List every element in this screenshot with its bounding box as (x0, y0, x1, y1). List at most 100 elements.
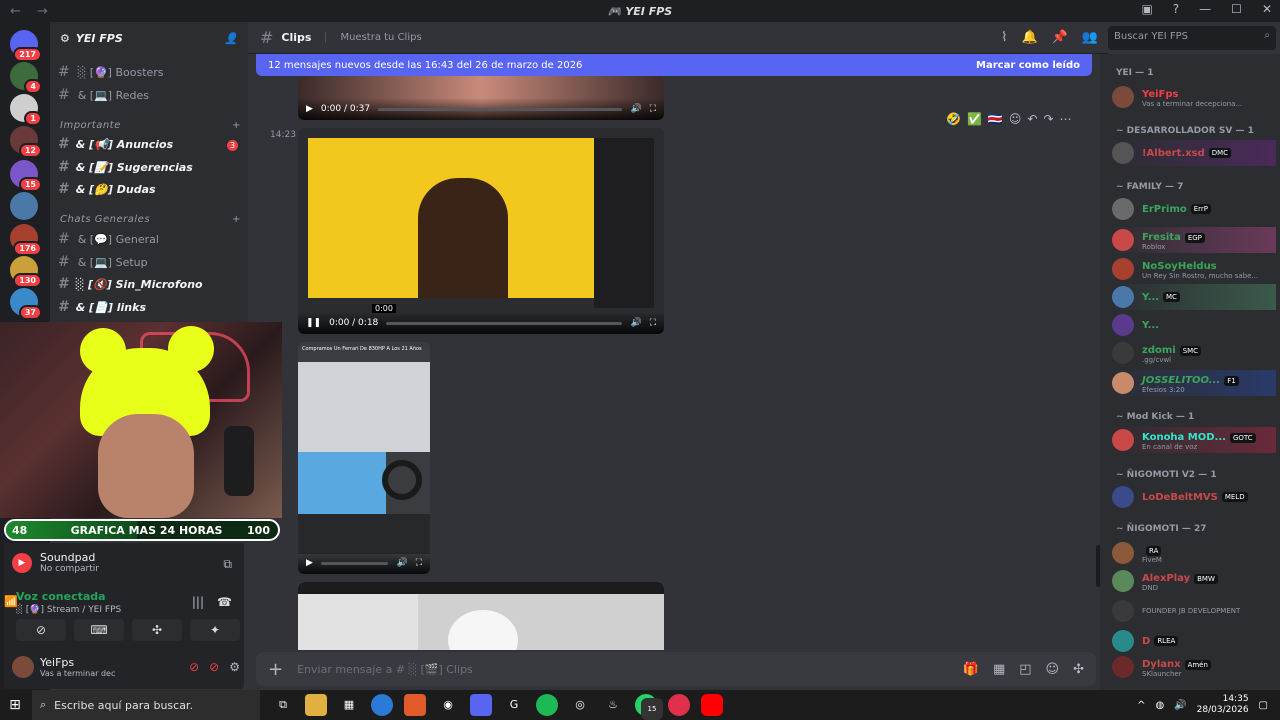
whatsapp-icon[interactable]: 15 (635, 694, 663, 720)
video-attachment[interactable]: Compramos Un Ferrari De 830HP A Los 21 A… (298, 342, 430, 574)
reaction-icon[interactable]: 🇨🇷 (988, 112, 1003, 126)
volume-icon[interactable]: 🔊 (630, 104, 641, 114)
obs-icon[interactable]: ◉ (437, 694, 459, 716)
volume-icon[interactable]: 🔊 (630, 318, 641, 328)
channel-item-links[interactable]: # & [📄] links (58, 297, 146, 317)
app-icon[interactable]: G (503, 694, 525, 716)
network-icon[interactable]: ◍ (1155, 700, 1164, 711)
channel-item-sin-microfono[interactable]: # ░ [🔇] Sin_Microfono (58, 274, 203, 294)
gift-icon[interactable]: 🎁 (963, 662, 979, 677)
stream-icon[interactable]: ⌨ (74, 619, 124, 641)
member-item[interactable]: YeiFps Vas a terminar decepciona... (1112, 84, 1276, 110)
minimize-button[interactable]: — (1199, 2, 1211, 16)
threads-icon[interactable]: ⌇ (1001, 30, 1007, 45)
mic-muted-icon[interactable]: ⊘ (189, 660, 199, 674)
maximize-button[interactable]: ☐ (1231, 2, 1242, 16)
members-icon[interactable]: 👥 (1082, 30, 1098, 45)
channel-item-sugerencias[interactable]: # & [📝] Sugerencias (58, 157, 193, 177)
play-icon[interactable]: ▶ (306, 558, 313, 568)
member-item[interactable]: ErPrimo ErrP (1112, 196, 1276, 222)
search-input[interactable]: Buscar YEI FPS ⌕ (1108, 26, 1276, 50)
server-icon[interactable]: 1 (10, 94, 42, 126)
windows-start-icon[interactable]: ⊞ (0, 697, 30, 713)
gif-icon[interactable]: ▦ (993, 662, 1005, 677)
channel-item-setup[interactable]: # & [💻] Setup (58, 252, 148, 272)
channel-item-anuncios[interactable]: # & [📢] Anuncios (58, 134, 173, 154)
channel-item-redes[interactable]: # & [💻] Redes (58, 85, 149, 105)
server-icon[interactable]: 15 (10, 160, 42, 192)
member-item[interactable]: AlexPlay BMW DND (1112, 568, 1276, 594)
member-item[interactable]: JOSSELITOO... F1 Efesios 3:20 (1112, 370, 1276, 396)
clock[interactable]: 14:35 28/03/2026 (1197, 694, 1249, 716)
server-icon[interactable]: 130 (10, 256, 42, 288)
spotify-icon[interactable] (536, 694, 558, 716)
taskbar-search[interactable]: ⌕ Escribe aquí para buscar. (32, 690, 260, 720)
youtube-icon[interactable] (701, 694, 723, 716)
mark-read-button[interactable]: Marcar como leído (976, 60, 1080, 71)
fullscreen-icon[interactable]: ⛶ (416, 558, 422, 568)
server-icon[interactable]: 176 (10, 224, 42, 256)
channel-item-boosters[interactable]: # ░ [🔮] Boosters (58, 62, 164, 82)
bell-icon[interactable]: 🔔 (1021, 30, 1037, 45)
forward-icon[interactable]: ↷ (1043, 112, 1053, 126)
app-icon[interactable] (668, 694, 690, 716)
user-row[interactable]: YeiFps Vas a terminar dec ⊘ ⊘ ⚙ (12, 656, 240, 678)
discord-icon[interactable] (470, 694, 492, 716)
add-channel-icon[interactable]: + (232, 120, 241, 131)
play-icon[interactable]: ▶ (306, 104, 313, 114)
volume-icon[interactable]: 🔊 (1174, 700, 1186, 711)
member-item[interactable]: Y... (1112, 312, 1276, 338)
store-icon[interactable]: ▦ (338, 694, 360, 716)
member-item[interactable]: RA FiveM (1112, 540, 1276, 566)
app-icon[interactable]: ◎ (569, 694, 591, 716)
reaction-icon[interactable]: ✅ (967, 112, 982, 126)
pin-icon[interactable]: 📌 (1052, 30, 1068, 45)
deafened-icon[interactable]: ⊘ (209, 660, 219, 674)
add-attachment-icon[interactable]: + (268, 659, 283, 680)
member-item[interactable]: zdomi SMC .gg/cvwl (1112, 340, 1276, 366)
reaction-icon[interactable]: 🤣 (946, 112, 961, 126)
fullscreen-icon[interactable]: ⛶ (650, 104, 656, 114)
voice-status[interactable]: Voz conectada ░ [🔮] Stream / YEI FPS (16, 590, 121, 615)
screen-share-icon[interactable]: ⧉ (223, 557, 232, 572)
channel-item-general[interactable]: # & [💬] General (58, 229, 159, 249)
member-item[interactable]: LoDeBeltMVS MELD (1112, 484, 1276, 510)
add-channel-icon[interactable]: + (232, 214, 241, 225)
inbox-icon[interactable]: ▣ (1141, 2, 1152, 16)
server-icon[interactable]: 37 (10, 288, 42, 320)
file-explorer-icon[interactable] (305, 694, 327, 716)
server-icon[interactable]: 4 (10, 62, 42, 94)
member-item[interactable]: !Albert.xsd DMC (1112, 140, 1276, 166)
pause-icon[interactable]: ❚❚ (306, 318, 321, 328)
member-item[interactable]: Y... MC (1112, 284, 1276, 310)
help-icon[interactable]: ? (1173, 2, 1179, 16)
member-item[interactable]: Dylanx Amén SKlauncher (1112, 654, 1276, 680)
task-view-icon[interactable]: ⧉ (272, 694, 294, 716)
member-item[interactable]: Konoha MOD... GOTC En canal de voz (1112, 427, 1276, 453)
steam-icon[interactable]: ♨ (602, 694, 624, 716)
server-icon[interactable] (10, 192, 38, 220)
gear-icon[interactable]: ⚙ (229, 660, 240, 674)
reply-icon[interactable]: ↶ (1027, 112, 1037, 126)
seek-bar[interactable] (386, 321, 623, 325)
seek-bar[interactable] (320, 561, 389, 565)
server-icon[interactable]: 12 (10, 126, 42, 158)
camera-off-icon[interactable]: ⊘ (16, 619, 66, 641)
disconnect-icon[interactable]: ☎ (217, 595, 232, 609)
home-button[interactable]: 217 (10, 30, 42, 62)
add-member-icon[interactable]: 👤 (224, 32, 238, 45)
seek-bar[interactable] (378, 107, 623, 111)
volume-icon[interactable]: 🔊 (396, 558, 407, 568)
sticker-icon[interactable]: ◰ (1019, 662, 1031, 677)
channel-item-dudas[interactable]: # & [🤔] Dudas (58, 179, 156, 199)
more-icon[interactable]: ⋯ (1060, 112, 1072, 126)
apps-icon[interactable]: ✣ (1073, 662, 1084, 677)
chrome-icon[interactable] (371, 694, 393, 716)
category-importante[interactable]: Importante + (60, 120, 240, 131)
video-attachment[interactable] (298, 582, 664, 650)
member-item[interactable]: D RLEA (1112, 628, 1276, 654)
member-item[interactable]: NoSoyHeldus Un Rey Sin Rostro, mucho sabe… (1112, 256, 1276, 282)
emoji-icon[interactable]: ☺ (1046, 662, 1060, 677)
notifications-icon[interactable]: ▢ (1259, 700, 1268, 711)
add-reaction-icon[interactable]: ☺ (1009, 112, 1022, 126)
